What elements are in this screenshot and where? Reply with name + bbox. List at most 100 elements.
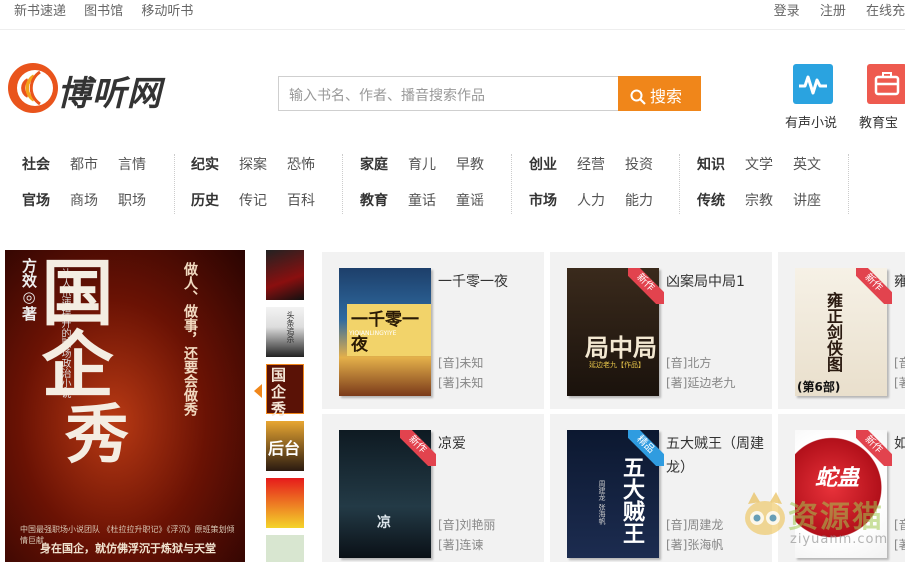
category-link[interactable]: 历史 (191, 190, 219, 210)
cover-title: 雍正剑侠图 (824, 292, 843, 372)
category-link[interactable]: 都市 (70, 154, 98, 174)
category-link[interactable]: 社会 (22, 154, 50, 174)
audio-novel-shortcut[interactable] (793, 64, 833, 104)
book-card[interactable]: 凉 新作 凉爱 [音]刘艳丽 [著]连谏 (322, 414, 544, 562)
category-link[interactable]: 讲座 (793, 190, 821, 210)
badge-label: 新作 (400, 430, 436, 466)
login-link[interactable]: 登录 (774, 0, 800, 19)
education-label[interactable]: 教育宝 (859, 112, 898, 131)
category-link[interactable]: 传统 (697, 190, 725, 210)
book-author[interactable]: [著]未知 (438, 374, 483, 391)
category-link[interactable]: 投资 (625, 154, 653, 174)
new-badge: 新作 (856, 430, 892, 466)
category-link[interactable]: 育儿 (408, 154, 436, 174)
category-link[interactable]: 英文 (793, 154, 821, 174)
watermark-text: 资源猫 (788, 500, 884, 535)
category-link[interactable]: 经营 (577, 154, 605, 174)
new-badge: 新作 (628, 268, 664, 304)
category-link[interactable]: 市场 (529, 190, 557, 210)
book-title[interactable]: 雍 (894, 270, 905, 294)
category-link[interactable]: 童话 (408, 190, 436, 210)
premium-badge: 精品 (628, 430, 664, 466)
cover-subtitle: YIQIANLINGYIYE (349, 330, 397, 337)
banner-thumbnails: 头条追杀 国企秀 后台 (266, 250, 306, 562)
book-narrator[interactable]: [音]周建龙 (666, 516, 723, 533)
book-card[interactable]: 五大贼王 周建龙 张海帆 精品 五大贼王（周建龙） [音]周建龙 [著]张海帆 (550, 414, 772, 562)
search-button[interactable]: 搜索 (618, 76, 701, 111)
category-link[interactable]: 传记 (239, 190, 267, 210)
banner-thumbnail[interactable] (266, 250, 304, 300)
recharge-link[interactable]: 在线充 (866, 0, 905, 19)
book-author[interactable]: [著]张海帆 (666, 536, 723, 553)
category-link[interactable]: 童谣 (456, 190, 484, 210)
category-divider (848, 154, 849, 214)
top-link-new-books[interactable]: 新书速递 (14, 0, 66, 19)
book-title[interactable]: 一千零一夜 (438, 270, 538, 294)
book-card[interactable]: 一千零一夜 YIQIANLINGYIYE 一千零一夜 [音]未知 [著]未知 (322, 252, 544, 409)
category-link[interactable]: 文学 (745, 154, 773, 174)
audio-novel-label[interactable]: 有声小说 (785, 112, 837, 131)
book-author[interactable]: [著]延边老九 (666, 374, 735, 391)
search-icon (630, 89, 646, 105)
category-link[interactable]: 官场 (22, 190, 50, 210)
category-divider (679, 154, 680, 214)
book-narrator[interactable]: [音]刘艳丽 (438, 516, 495, 533)
category-link[interactable]: 商场 (70, 190, 98, 210)
banner-thumbnail[interactable]: 后台 (266, 421, 304, 471)
badge-label: 新作 (628, 268, 664, 304)
logo-text: 博听网 (57, 74, 162, 114)
register-link[interactable]: 注册 (820, 0, 846, 19)
search-input[interactable]: 输入书名、作者、播音搜索作品 (278, 76, 620, 111)
book-narrator[interactable]: [音]北方 (666, 354, 711, 371)
toolbox-icon (874, 72, 900, 96)
thumbnail-label: 国企秀 (271, 366, 287, 418)
featured-banner[interactable]: 方效◎著 让人迅速提升的职场政治小说 国企 秀 做人、做事，还要会做秀 中国最强… (5, 250, 245, 562)
top-link-library[interactable]: 图书馆 (84, 0, 123, 19)
category-link[interactable]: 教育 (360, 190, 388, 210)
search-bar: 输入书名、作者、播音搜索作品 搜索 (278, 76, 701, 111)
category-link[interactable]: 言情 (118, 154, 146, 174)
banner-thumbnail[interactable]: 国企秀 (266, 364, 304, 418)
category-link[interactable]: 职场 (118, 190, 146, 210)
waveform-icon (799, 75, 827, 95)
category-nav: 社会 都市 言情 官场 商场 职场 纪实 探案 恐怖 历史 传记 百科 家庭 育… (0, 148, 905, 218)
cover-subtitle: 延边老九【作品】 (589, 361, 645, 369)
category-link[interactable]: 创业 (529, 154, 557, 174)
carousel-active-arrow (254, 384, 262, 398)
category-link[interactable]: 知识 (697, 154, 725, 174)
banner-title-bottom: 秀 (65, 398, 129, 473)
category-link[interactable]: 能力 (625, 190, 653, 210)
category-link[interactable]: 宗教 (745, 190, 773, 210)
category-link[interactable]: 纪实 (191, 154, 219, 174)
new-badge: 新作 (856, 268, 892, 304)
banner-thumbnail[interactable] (266, 478, 304, 528)
book-title[interactable]: 凶案局中局1 (666, 270, 766, 294)
book-narrator[interactable]: [音 (894, 354, 905, 371)
banner-slogan: 做人、做事，还要会做秀 (182, 262, 198, 416)
category-link[interactable]: 早教 (456, 154, 484, 174)
top-link-mobile-listen[interactable]: 移动听书 (141, 0, 193, 19)
book-author[interactable]: [著]连谏 (438, 536, 483, 553)
book-title[interactable]: 五大贼王（周建龙） (666, 432, 766, 480)
category-link[interactable]: 百科 (287, 190, 315, 210)
book-cover[interactable]: 一千零一夜 YIQIANLINGYIYE (339, 268, 431, 396)
category-link[interactable]: 家庭 (360, 154, 388, 174)
cover-title: 蛇蛊 (815, 465, 860, 491)
book-card[interactable]: 雍正剑侠图 (第6部) 新作 雍 [音 [著 (778, 252, 905, 409)
book-narrator[interactable]: [音]未知 (438, 354, 483, 371)
banner-thumbnail[interactable]: 头条追杀 (266, 307, 304, 357)
banner-bottom-line: 身在国企，就仿佛浮沉于炼狱与天堂 (40, 542, 216, 555)
category-link[interactable]: 恐怖 (287, 154, 315, 174)
category-link[interactable]: 人力 (577, 190, 605, 210)
book-card[interactable]: 局中局 延边老九【作品】 新作 凶案局中局1 [音]北方 [著]延边老九 (550, 252, 772, 409)
book-title[interactable]: 如 (894, 432, 905, 456)
banner-title-top: 国企 (29, 255, 114, 399)
thumbnail-label: 后台 (268, 439, 301, 458)
logo-icon (8, 63, 58, 113)
category-link[interactable]: 探案 (239, 154, 267, 174)
banner-thumbnail[interactable] (266, 535, 304, 562)
education-shortcut[interactable] (867, 64, 905, 104)
book-author[interactable]: [著 (894, 374, 905, 391)
book-title[interactable]: 凉爱 (438, 432, 538, 456)
cat-mascot-icon (745, 492, 785, 535)
